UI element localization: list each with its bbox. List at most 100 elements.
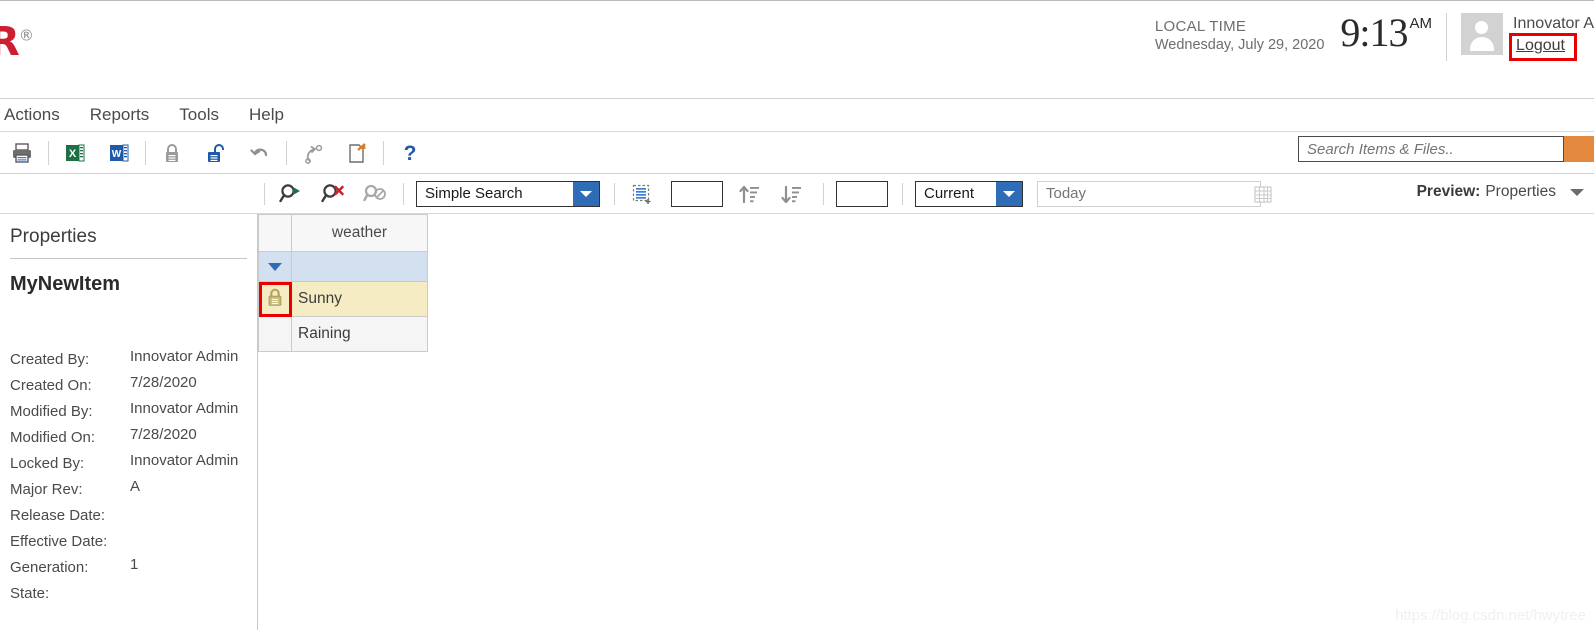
property-label: Major Rev: — [10, 481, 83, 498]
user-name: Innovator A — [1513, 15, 1594, 32]
chevron-down-icon[interactable] — [573, 181, 599, 206]
sort-ascending-icon[interactable] — [733, 179, 767, 209]
export-word-icon[interactable]: W — [102, 137, 136, 169]
search-results-region: weather Sunny Raining https://blog.csdn.… — [258, 214, 1594, 630]
revision-dropdown[interactable]: Current — [915, 180, 1023, 207]
registered-trademark-icon: ® — [18, 26, 34, 45]
help-icon[interactable]: ? — [393, 137, 427, 169]
preview-selector[interactable]: Preview: Properties — [1417, 183, 1584, 201]
cell-weather[interactable]: Sunny — [291, 281, 428, 317]
property-row: Modified By: Innovator Admin — [10, 400, 247, 426]
locked-padlock-icon — [268, 288, 282, 306]
search-toolbar-divider — [823, 182, 824, 205]
logout-link[interactable]: Logout — [1513, 36, 1568, 56]
print-icon[interactable] — [5, 137, 39, 169]
toolbar-divider — [286, 140, 287, 165]
property-value: 1 — [130, 556, 139, 573]
header-divider — [1446, 13, 1448, 61]
menu-item-help[interactable]: Help — [234, 99, 299, 131]
properties-panel: Properties MyNewItem Created By: Innovat… — [0, 214, 258, 630]
clear-search-icon[interactable] — [317, 179, 351, 209]
app-header: OR® LOCAL TIME Wednesday, July 29, 2020 … — [0, 0, 1594, 98]
menu-bar: Actions Reports Tools Help — [0, 98, 1594, 132]
menu-item-tools[interactable]: Tools — [164, 99, 234, 131]
property-label: Modified On: — [10, 429, 96, 446]
chevron-down-icon[interactable] — [996, 181, 1022, 206]
property-value: A — [130, 478, 141, 495]
property-row: Created On: 7/28/2020 — [10, 374, 247, 400]
header-right-cluster: LOCAL TIME Wednesday, July 29, 2020 9:13… — [1155, 11, 1594, 67]
clock-time: 9:13 — [1340, 10, 1408, 55]
property-label: Created On: — [10, 377, 92, 394]
column-header-weather[interactable]: weather — [291, 214, 428, 252]
row-lock-cell[interactable] — [258, 316, 292, 352]
revision-value: Current — [924, 185, 975, 202]
search-results-grid: weather Sunny Raining — [258, 214, 428, 352]
chevron-down-icon — [268, 262, 282, 271]
property-row: Modified On: 7/28/2020 — [10, 426, 247, 452]
table-row[interactable]: Raining — [258, 316, 428, 352]
search-mode-dropdown[interactable]: Simple Search — [416, 180, 600, 207]
page-number-input[interactable] — [836, 180, 888, 207]
property-value: 7/28/2020 — [130, 426, 197, 443]
property-value — [130, 530, 247, 556]
unlock-icon[interactable] — [199, 137, 233, 169]
search-mode-value: Simple Search — [425, 185, 523, 202]
calendar-icon[interactable] — [1253, 182, 1273, 206]
property-row: Created By: Innovator Admin — [10, 348, 247, 374]
content-area: Properties MyNewItem Created By: Innovat… — [0, 214, 1594, 630]
brand-logo-text: OR — [0, 19, 20, 65]
svg-text:X: X — [69, 148, 77, 160]
global-search-button[interactable] — [1564, 136, 1594, 162]
property-row: Locked By: Innovator Admin — [10, 452, 247, 478]
toolbar-divider — [48, 140, 49, 165]
search-toolbar-divider — [614, 182, 615, 205]
avatar[interactable] — [1461, 13, 1504, 55]
effective-date-input[interactable] — [1038, 181, 1253, 206]
property-label: State: — [10, 585, 50, 602]
new-version-icon[interactable] — [340, 137, 374, 169]
page-size-input[interactable] — [671, 180, 723, 207]
item-name: MyNewItem — [10, 273, 121, 295]
lock-icon[interactable] — [155, 137, 189, 169]
global-search-bar — [1298, 136, 1594, 162]
chevron-down-icon[interactable] — [1570, 188, 1584, 196]
export-excel-icon[interactable]: X — [58, 137, 92, 169]
property-row: Release Date: — [10, 504, 247, 530]
redo-icon[interactable] — [296, 137, 330, 169]
logout-wrapper: Logout — [1509, 33, 1578, 61]
disabled-search-icon[interactable] — [359, 179, 393, 209]
sort-descending-icon[interactable] — [775, 179, 809, 209]
property-value — [130, 504, 247, 530]
search-toolbar-divider — [403, 182, 404, 205]
property-label: Generation: — [10, 559, 89, 576]
grid-corner-cell — [258, 214, 292, 252]
filter-row-toggle[interactable] — [258, 251, 292, 282]
properties-panel-title: Properties — [10, 214, 247, 259]
row-lock-cell[interactable] — [258, 281, 292, 317]
select-all-rows-icon[interactable] — [625, 179, 659, 209]
clock-block: 9:13 AM — [1340, 11, 1432, 55]
undo-icon[interactable] — [243, 137, 277, 169]
search-toolbar-divider — [264, 182, 265, 205]
grid-header-row: weather — [258, 214, 428, 252]
local-time-date: Wednesday, July 29, 2020 — [1154, 37, 1325, 53]
user-block: Innovator A Logout — [1509, 11, 1594, 61]
property-value: 7/28/2020 — [130, 374, 197, 391]
cell-weather[interactable]: Raining — [291, 316, 428, 352]
property-row: Major Rev: A — [10, 478, 247, 504]
search-toolbar-divider — [902, 182, 903, 205]
run-search-icon[interactable] — [275, 179, 309, 209]
properties-table: Created By: Innovator Admin Created On: … — [10, 348, 247, 608]
brand-logo: OR® — [0, 19, 34, 65]
table-row[interactable]: Sunny — [258, 281, 428, 317]
property-label: Modified By: — [10, 403, 93, 420]
effective-date-field-wrapper — [1037, 180, 1272, 207]
filter-cell-weather[interactable] — [291, 251, 428, 282]
menu-item-actions[interactable]: Actions — [0, 99, 75, 131]
global-search-input[interactable] — [1298, 136, 1564, 162]
menu-item-reports[interactable]: Reports — [75, 99, 165, 131]
avatar-head-shape — [1475, 21, 1489, 34]
property-row: Effective Date: — [10, 530, 247, 556]
watermark-text: https://blog.csdn.net/hwytree — [1395, 607, 1586, 624]
